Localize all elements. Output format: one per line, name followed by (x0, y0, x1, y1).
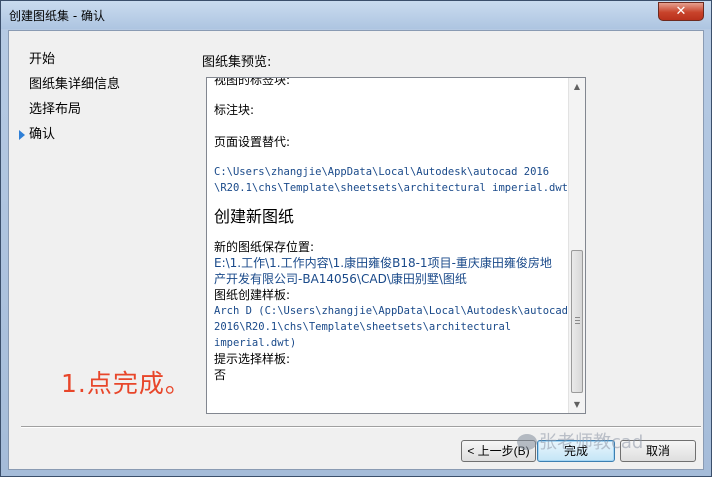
preview-path-line: C:\Users\zhangjie\AppData\Local\Autodesk… (214, 166, 550, 178)
dialog-client-area: 开始 图纸集详细信息 选择布局 确认 图纸集预览: 视图的标签块: 标注块: 页… (8, 30, 704, 470)
step-sheetset-details: 图纸集详细信息 (19, 74, 199, 99)
step-confirm: 确认 (19, 124, 199, 149)
preview-line: 视图的标签块: (214, 77, 291, 87)
close-icon: ✕ (675, 4, 687, 19)
grip-icon (575, 317, 580, 324)
window-title: 创建图纸集 - 确认 (9, 9, 105, 23)
preview-line: 图纸创建样板: (214, 288, 291, 302)
wizard-steps: 开始 图纸集详细信息 选择布局 确认 (19, 49, 199, 149)
step-start: 开始 (19, 49, 199, 74)
preview-scrollbar[interactable]: ▲ ▼ (568, 78, 585, 413)
preview-path-line: E:\1.工作\1.工作内容\1.康田雍俊B18-1项目-重庆康田雍俊房地 (214, 256, 552, 270)
instruction-annotation: 1.点完成。 (61, 369, 191, 398)
preview-path-line: 2016\R20.1\chs\Template\sheetsets\archit… (214, 321, 512, 333)
preview-line: 页面设置替代: (214, 135, 291, 149)
preview-heading: 创建新图纸 (214, 207, 295, 226)
close-button[interactable]: ✕ (658, 2, 704, 21)
scrollbar-thumb[interactable] (571, 250, 583, 393)
preview-path-line: 产开发有限公司-BA14056\CAD\康田别墅\图纸 (214, 272, 467, 286)
preview-line: 新的图纸保存位置: (214, 240, 315, 254)
scroll-down-arrow-icon[interactable]: ▼ (569, 396, 585, 413)
watermark: 张老师教cad (539, 432, 644, 453)
preview-path-line: imperial.dwt) (214, 337, 297, 349)
preview-path-line: \R20.1\chs\Template\sheetsets\architectu… (214, 182, 569, 194)
wechat-icon (517, 434, 537, 450)
title-bar[interactable]: 创建图纸集 - 确认 ✕ (1, 1, 711, 29)
step-label: 图纸集详细信息 (29, 77, 121, 92)
preview-path-line: Arch D (C:\Users\zhangjie\AppData\Local\… (214, 305, 569, 317)
preview-line: 标注块: (214, 103, 255, 117)
dialog-window: 创建图纸集 - 确认 ✕ 开始 图纸集详细信息 选择布局 确认 图纸集预览: 视… (0, 0, 712, 477)
preview-content: 视图的标签块: 标注块: 页面设置替代: C:\Users\zhangjie\A… (214, 77, 569, 383)
preview-textbox[interactable]: 视图的标签块: 标注块: 页面设置替代: C:\Users\zhangjie\A… (206, 77, 586, 414)
step-label: 选择布局 (29, 102, 82, 117)
step-choose-layouts: 选择布局 (19, 99, 199, 124)
preview-label: 图纸集预览: (202, 55, 272, 70)
scroll-up-arrow-icon[interactable]: ▲ (569, 78, 585, 95)
current-step-arrow-icon (19, 130, 25, 140)
step-label: 确认 (29, 127, 56, 142)
preview-line: 提示选择样板: (214, 352, 291, 366)
step-label: 开始 (29, 52, 56, 67)
preview-line: 否 (214, 368, 227, 382)
